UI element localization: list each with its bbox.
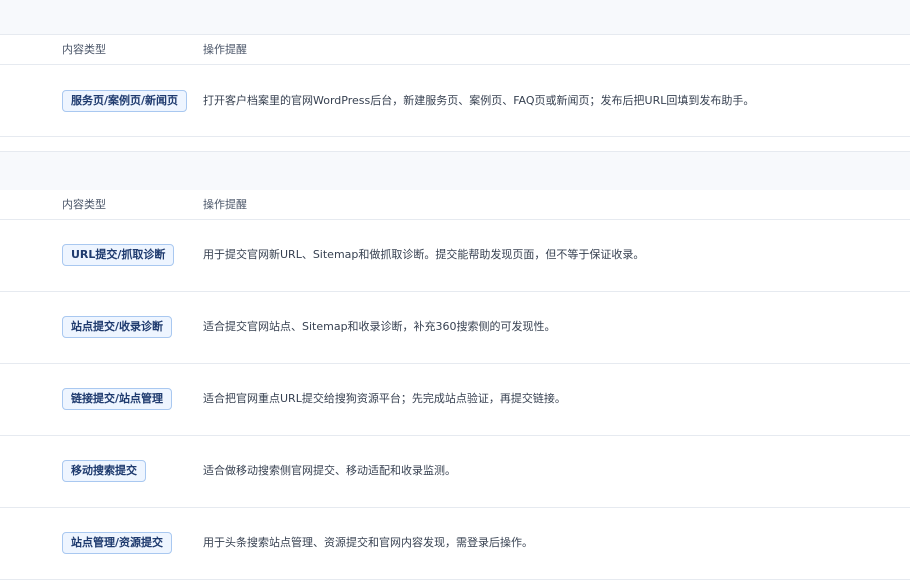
table-row: 服务页/案例页/新闻页 打开客户档案里的官网WordPress后台，新建服务页、… — [0, 65, 910, 137]
column-header-operation-tip: 操作提醒 — [203, 198, 247, 211]
content-type-badge: 站点管理/资源提交 — [62, 532, 173, 554]
content-type-badge: URL提交/抓取诊断 — [62, 244, 175, 266]
table-row: 移动搜索提交 适合做移动搜索侧官网提交、移动适配和收录监测。 — [0, 436, 910, 508]
section-1-band — [0, 0, 910, 35]
section-2-band — [0, 151, 910, 191]
operation-tip-text: 打开客户档案里的官网WordPress后台，新建服务页、案例页、FAQ页或新闻页… — [203, 94, 755, 107]
table-row: URL提交/抓取诊断 用于提交官网新URL、Sitemap和做抓取诊断。提交能帮… — [0, 220, 910, 292]
column-header-content-type: 内容类型 — [62, 43, 106, 56]
operation-tip-text: 用于提交官网新URL、Sitemap和做抓取诊断。提交能帮助发现页面，但不等于保… — [203, 248, 645, 261]
section-1-table-header: 内容类型 操作提醒 — [0, 35, 910, 65]
column-header-content-type: 内容类型 — [62, 198, 106, 211]
section-2-table-header: 内容类型 操作提醒 — [0, 190, 910, 220]
table-row: 站点提交/收录诊断 适合提交官网站点、Sitemap和收录诊断，补充360搜索侧… — [0, 292, 910, 364]
column-header-operation-tip: 操作提醒 — [203, 43, 247, 56]
content-type-badge: 站点提交/收录诊断 — [62, 316, 173, 338]
operation-tip-text: 适合做移动搜索侧官网提交、移动适配和收录监测。 — [203, 464, 456, 477]
content-type-badge: 服务页/案例页/新闻页 — [62, 90, 188, 112]
operation-tip-text: 适合提交官网站点、Sitemap和收录诊断，补充360搜索侧的可发现性。 — [203, 320, 556, 333]
content-guide-page: 内容类型 操作提醒 服务页/案例页/新闻页 打开客户档案里的官网WordPres… — [0, 0, 910, 580]
operation-tip-text: 适合把官网重点URL提交给搜狗资源平台；先完成站点验证，再提交链接。 — [203, 392, 566, 405]
table-row: 链接提交/站点管理 适合把官网重点URL提交给搜狗资源平台；先完成站点验证，再提… — [0, 364, 910, 436]
content-type-badge: 移动搜索提交 — [62, 460, 146, 482]
content-type-badge: 链接提交/站点管理 — [62, 388, 173, 410]
table-row: 站点管理/资源提交 用于头条搜索站点管理、资源提交和官网内容发现，需登录后操作。 — [0, 508, 910, 580]
operation-tip-text: 用于头条搜索站点管理、资源提交和官网内容发现，需登录后操作。 — [203, 536, 533, 549]
